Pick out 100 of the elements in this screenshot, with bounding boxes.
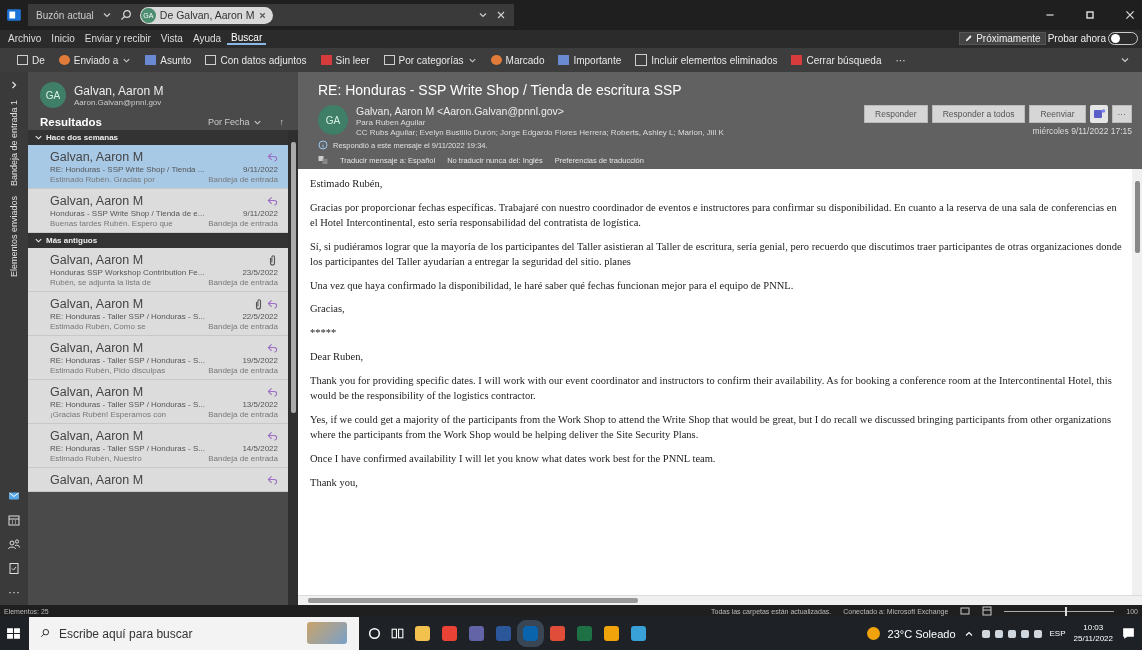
scope-dropdown[interactable]: Buzón actual — [36, 9, 94, 21]
message-preview: Estimado Rubén, Pido disculpas — [50, 366, 166, 375]
folder-tab[interactable]: Bandeja de entrada 1 — [9, 100, 19, 187]
system-tray-drawing[interactable] — [981, 629, 1042, 638]
chevron-down-icon[interactable] — [101, 10, 112, 20]
sender-name: Galvan, Aaron M — [50, 297, 144, 311]
language-indicator[interactable]: ESP — [1049, 629, 1066, 638]
message-preview: Estimado Rubén. Gracias por — [50, 175, 155, 184]
clock-date[interactable]: 25/11/2022 — [1073, 633, 1113, 644]
cc-label: CC — [356, 128, 368, 137]
message-item[interactable]: Galvan, Aaron M RE: Honduras - SSP Write Shop / Tienda ... 9/11/2022 Estimado Rubén. Gracias por Bandeja de entrada — [28, 145, 288, 189]
menu-tab[interactable]: Archivo — [4, 32, 46, 44]
menu-tab[interactable]: Vista — [156, 32, 187, 44]
message-item[interactable]: Galvan, Aaron M RE: Honduras - Taller SSP / Honduras - S... 13/5/2022 ¡Gracias Rubén! Esperamos con Bandeja de entrada — [28, 380, 288, 424]
close-icon[interactable] — [258, 10, 268, 20]
menu-tab[interactable]: Buscar — [227, 31, 267, 45]
message-preview: Estimado Rubén, Como se — [50, 322, 146, 331]
close-icon[interactable] — [496, 10, 506, 20]
try-now-label: Probar ahora — [1047, 32, 1106, 44]
message-subject: RE: Honduras - Taller SSP / Honduras - S... — [50, 356, 205, 365]
more-button[interactable]: ··· — [890, 54, 911, 66]
sender-name: Galvan, Aaron M — [50, 194, 144, 208]
folder-label: Bandeja de entrada — [208, 278, 278, 287]
clipboard-icon[interactable] — [7, 561, 21, 575]
action-button[interactable]: Reenviar — [1029, 105, 1086, 123]
message-subject: Honduras SSP Workshop Contribution Fe... — [50, 268, 205, 277]
folder-label: Bandeja de entrada — [208, 366, 278, 375]
account-email: Aaron.Galvan@pnnl.gov — [74, 97, 163, 107]
ribbon-checkbox[interactable]: Incluir elementos eliminados — [630, 54, 783, 66]
toggle-switch[interactable] — [1108, 31, 1138, 45]
people-icon[interactable] — [7, 537, 21, 551]
account-name: Galvan, Aaron M — [74, 83, 164, 98]
message-item[interactable]: Galvan, Aaron M RE: Honduras - Taller SSP / Honduras - S... 22/5/2022 Estimado Rubén, Como se Bandeja de entrada — [28, 292, 288, 336]
chevron-right-icon[interactable] — [9, 80, 19, 90]
message-subject: RE: Honduras - Taller SSP / Honduras - S... — [50, 312, 205, 321]
normal-view-icon[interactable] — [960, 606, 971, 616]
weather-text[interactable]: 23°C Soleado — [887, 627, 956, 640]
menu-tab[interactable]: Inicio — [47, 32, 79, 44]
calendar-icon[interactable] — [7, 513, 21, 527]
ribbon-button[interactable]: Por categorías — [378, 54, 482, 66]
ribbon-button[interactable]: Con datos adjuntos — [200, 54, 312, 66]
body-paragraph: Estimado Rubén, — [310, 177, 384, 191]
ribbon-button[interactable]: Importante — [553, 54, 627, 66]
body-paragraph: Thank you for providing specific dates. I will work with our event coordinator and instructors to confirm their availability. As for booking a conference room at the Intercontinental Hotel, this would be the responsibility of the logistics contractor. — [310, 374, 1113, 404]
task-view-icon[interactable] — [390, 626, 405, 641]
ribbon-button[interactable]: De — [12, 54, 50, 66]
chevron-down-icon[interactable] — [1120, 55, 1130, 65]
chevron-down-icon[interactable] — [478, 10, 488, 20]
message-date: 13/5/2022 — [242, 400, 278, 409]
folder-label: Bandeja de entrada — [208, 175, 278, 184]
sender-name: Galvan, Aaron M — [50, 341, 144, 355]
cortana-icon[interactable] — [367, 626, 382, 641]
weather-icon[interactable] — [866, 627, 880, 640]
more-button[interactable]: ··· — [1111, 105, 1132, 123]
ribbon-button[interactable]: Marcado — [485, 54, 550, 66]
close-icon[interactable] — [1124, 9, 1136, 21]
sender-name: Galvan, Aaron M — [50, 253, 144, 267]
body-paragraph: ***** — [310, 326, 338, 341]
more-button[interactable]: ··· — [8, 585, 20, 599]
windows-start-icon[interactable] — [6, 626, 21, 641]
ribbon-button[interactable]: Sin leer — [315, 54, 375, 66]
sort-direction-button[interactable]: ↑ — [273, 116, 290, 128]
body-paragraph: Yes, if we could get a majority of the participants from the Work Shop to attend the Write Shop that would be great, but I do recall we discussed bringing participants from other organizations where the participants from the Work Shop would be helping deliver the Site Security Plans. — [310, 412, 1113, 442]
group-header[interactable]: Más antiguos — [28, 233, 288, 248]
scrollbar[interactable] — [298, 595, 1142, 605]
recipient-name: Ruben Aguilar — [375, 118, 426, 127]
teams-icon[interactable] — [1089, 105, 1108, 123]
group-header[interactable]: Hace dos semanas — [28, 130, 288, 145]
menu-tab[interactable]: Ayuda — [188, 32, 226, 44]
search-icon — [40, 628, 50, 638]
pencil-icon — [964, 33, 974, 43]
coming-soon-button[interactable]: Próximamente — [959, 31, 1046, 45]
restore-icon[interactable] — [1084, 9, 1096, 21]
clock-time[interactable]: 10:03 — [1083, 623, 1104, 634]
message-subject: RE: Honduras - Taller SSP / Honduras - S... — [50, 400, 205, 409]
scrollbar[interactable] — [288, 130, 298, 605]
message-date: 23/5/2022 — [242, 268, 278, 277]
body-paragraph: Once I have confirmed availability I will let you know what dates work best for the PNNL team. — [310, 451, 717, 466]
message-date: 19/5/2022 — [242, 356, 278, 365]
message-item[interactable]: Galvan, Aaron M RE: Honduras - Taller SSP / Honduras - S... 19/5/2022 Estimado Rubén, Pido disculpas Bandeja de entrada — [28, 336, 288, 380]
notification-icon[interactable] — [1121, 626, 1136, 641]
action-button[interactable]: Responder — [864, 105, 928, 123]
action-button[interactable]: Responder a todos — [931, 105, 1026, 123]
ribbon-button[interactable]: Cerrar búsqueda — [786, 54, 887, 66]
message-item[interactable]: Galvan, Aaron M Honduras - SSP Write Shop / Tienda de e... 9/11/2022 Buenas tardes Rubén. Espero que Bandeja de entrada — [28, 189, 288, 233]
body-paragraph: Gracias por proporcionar fechas específicas. Trabajaré con nuestro coordinador de eventos e instructores para confirmar su disponibilidad. En cuanto a la reserva de una sala de conferencias en el Hotel Intercontinental, esto sería responsabilidad del contratista de logística. — [310, 200, 1118, 230]
message-item[interactable]: Galvan, Aaron M Honduras SSP Workshop Contribution Fe... 23/5/2022 Rubén, se adjunta la lista de Bandeja de entrada — [28, 248, 288, 292]
taskbar-search-field[interactable]: Escribe aquí para buscar — [29, 617, 359, 650]
search-icon — [119, 9, 132, 21]
sort-dropdown[interactable]: Por Fecha — [201, 116, 268, 128]
message-date: 9/11/2022 — [243, 209, 278, 218]
scrollbar[interactable] — [1132, 169, 1142, 595]
message-item[interactable]: Galvan, Aaron M — [28, 468, 288, 492]
search-highlight-drawing — [307, 622, 347, 644]
reading-view-icon[interactable] — [982, 606, 993, 616]
message-item[interactable]: Galvan, Aaron M RE: Honduras - Taller SSP / Honduras - S... 14/5/2022 Estimado Rubén, Nuestro Bandeja de entrada — [28, 424, 288, 468]
menu-tab[interactable]: Enviar y recibir — [80, 32, 155, 44]
folder-tab[interactable]: Elementos enviados — [9, 196, 19, 278]
ribbon-button[interactable]: Enviado a — [53, 54, 137, 66]
ribbon-button[interactable]: Asunto — [140, 54, 197, 66]
